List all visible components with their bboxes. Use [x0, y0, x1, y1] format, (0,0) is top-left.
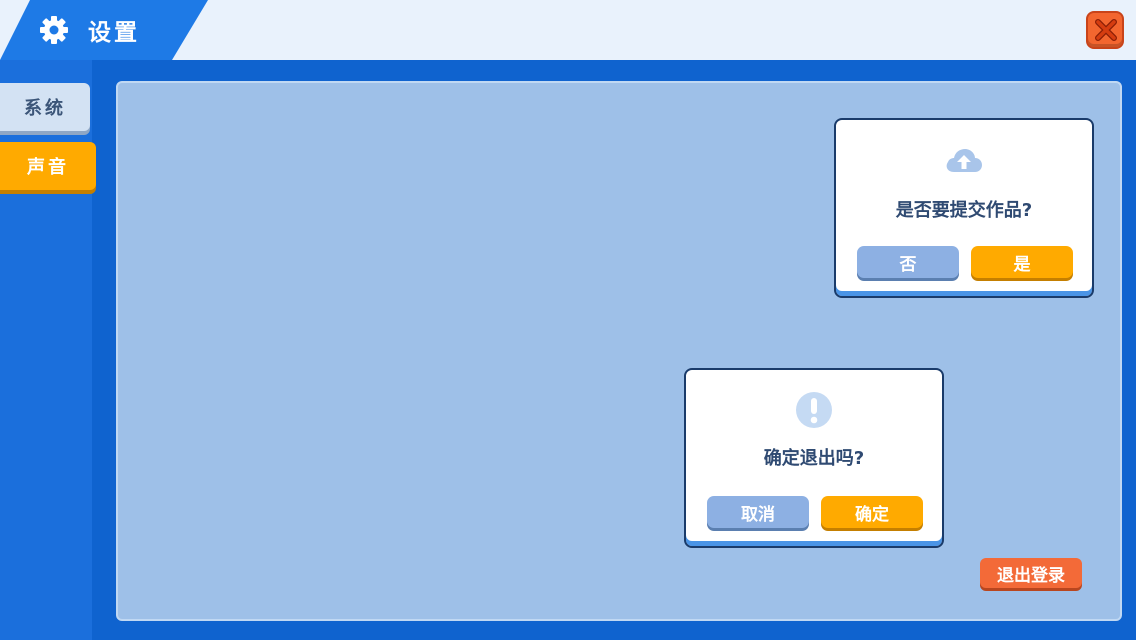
confirm-button-label: 确定: [855, 504, 889, 525]
header-bar: 设置: [0, 0, 1136, 60]
exclamation-icon: [794, 390, 834, 434]
tab-system-label: 系统: [24, 98, 66, 119]
gear-icon: [38, 14, 70, 46]
cancel-button-label: 取消: [741, 504, 775, 525]
tab-sound-label: 声音: [27, 157, 69, 178]
confirm-exit-dialog: 确定退出吗? 取消 确定: [684, 368, 944, 548]
tab-system[interactable]: 系统: [0, 83, 90, 131]
logout-button-label: 退出登录: [997, 565, 1065, 586]
submit-work-dialog: 是否要提交作品? 否 是: [834, 118, 1094, 298]
cancel-button[interactable]: 取消: [707, 496, 809, 528]
close-icon: [1095, 19, 1117, 41]
logout-button[interactable]: 退出登录: [980, 558, 1082, 588]
close-button[interactable]: [1086, 11, 1124, 49]
page-title: 设置: [88, 20, 140, 46]
confirm-button[interactable]: 确定: [821, 496, 923, 528]
confirm-exit-message: 确定退出吗?: [763, 448, 865, 469]
cloud-upload-icon: [944, 146, 984, 178]
submit-work-message: 是否要提交作品?: [895, 200, 1033, 221]
yes-button-label: 是: [1013, 254, 1031, 275]
no-button-label: 否: [899, 254, 917, 275]
yes-button[interactable]: 是: [971, 246, 1073, 278]
tab-sound[interactable]: 声音: [0, 142, 96, 190]
no-button[interactable]: 否: [857, 246, 959, 278]
